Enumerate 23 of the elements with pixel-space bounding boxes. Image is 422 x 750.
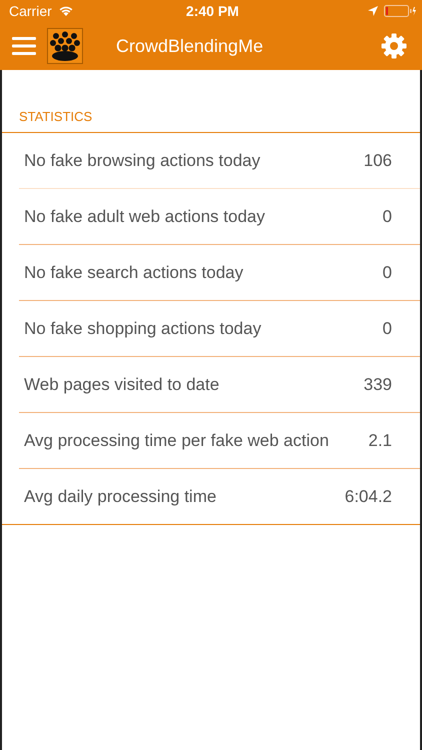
stat-label: Web pages visited to date: [24, 374, 220, 394]
stat-label: Avg processing time per fake web action: [24, 430, 329, 450]
carrier-label: Carrier: [9, 3, 52, 19]
stat-value: 0: [382, 262, 392, 282]
stat-value: 2.1: [368, 430, 392, 450]
stat-label: No fake shopping actions today: [24, 318, 262, 338]
stat-value: 339: [364, 374, 392, 394]
stat-label: Avg daily processing time: [24, 486, 216, 506]
status-time: 2:40 PM: [186, 3, 239, 19]
menu-icon[interactable]: [12, 37, 36, 55]
stat-value: 6:04.2: [344, 486, 392, 506]
stat-label: No fake browsing actions today: [24, 150, 260, 170]
section-header: STATISTICS: [2, 70, 420, 133]
location-icon: [368, 6, 378, 16]
stat-value: 106: [364, 150, 392, 170]
crowd-logo-icon: [47, 28, 83, 64]
wifi-icon: [58, 5, 74, 17]
app-title: CrowdBlendingMe: [116, 36, 264, 56]
stat-label: No fake search actions today: [24, 262, 244, 282]
battery-icon: [384, 5, 416, 17]
stat-value: 0: [382, 206, 392, 226]
stat-value: 0: [382, 318, 392, 338]
stat-label: No fake adult web actions today: [24, 206, 265, 226]
